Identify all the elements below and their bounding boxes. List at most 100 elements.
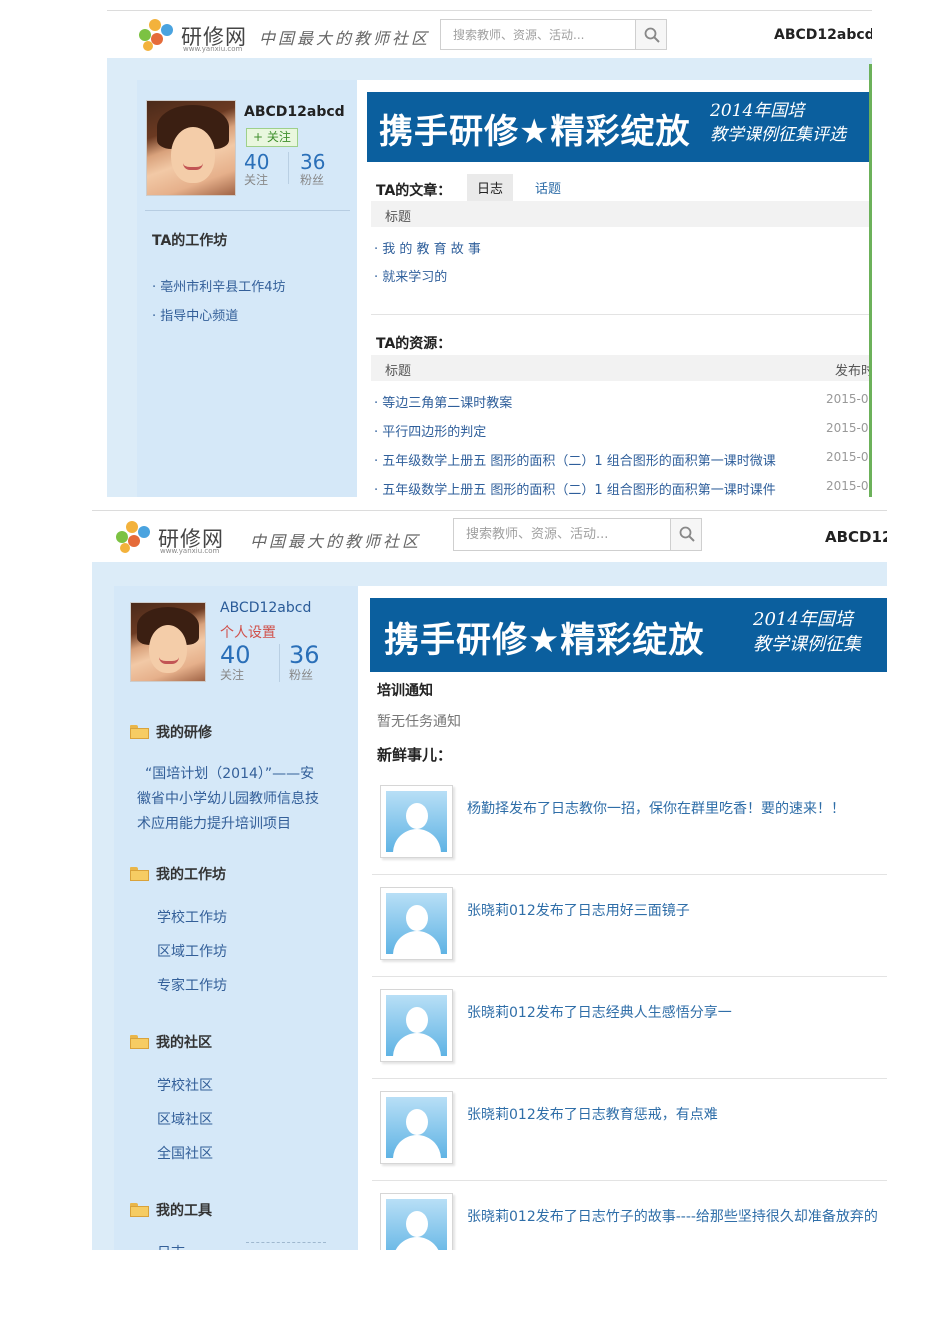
resources-table-header: 标题 发布时 — [371, 355, 872, 381]
personal-settings-link[interactable]: 个人设置 — [220, 622, 276, 642]
profile-sidebar: ABCD12abcd + 关注 40 关注 36 粉丝 TA的工作坊 · 亳州市… — [137, 80, 357, 497]
articles-heading: TA的文章： — [376, 183, 452, 199]
current-user-link[interactable]: ABCD12abcd — [825, 528, 887, 546]
profile-name[interactable]: ABCD12abcd — [220, 600, 311, 616]
school-workshop-link[interactable]: 学校工作坊 — [157, 907, 227, 927]
profile-name[interactable]: ABCD12abcd — [244, 104, 345, 120]
default-avatar-icon[interactable] — [380, 989, 453, 1062]
banner-subtitle-line1: 2014年国培 — [710, 101, 805, 121]
feed-item[interactable]: 张晓莉012发布了日志竹子的故事----给那些坚持很久却准备放弃的 — [467, 1206, 878, 1226]
feed-item[interactable]: 杨勤择发布了日志教你一招，保你在群里吃香！要的速来！！ — [467, 798, 845, 818]
feed-divider — [372, 874, 887, 875]
feed-divider — [372, 976, 887, 977]
resource-item[interactable]: · 等边三角第二课时教案 — [374, 392, 512, 411]
banner-title: 携手研修★精彩绽放 — [384, 621, 705, 661]
resource-item[interactable]: · 五年级数学上册五 图形的面积（二）1 组合图形的面积第一课时课件 — [374, 479, 776, 497]
search-box[interactable] — [453, 518, 671, 551]
main-content: 携手研修★精彩绽放 2014年国培 教学课例征集评选 TA的文章： 日志 话题 … — [357, 80, 872, 497]
screenshot-visitor-view: 研修网 www.yanxiu.com 中国最大的教师社区 ABCD12abcd … — [107, 10, 872, 497]
feed-item[interactable]: 张晓莉012发布了日志用好三面镜子 — [467, 900, 690, 920]
national-community-link[interactable]: 全国社区 — [157, 1143, 213, 1163]
stat-divider — [279, 644, 280, 682]
owner-sidebar: ABCD12abcd 个人设置 40 关注 36 粉丝 我的研修 “国培计划（2… — [114, 586, 358, 1250]
logo-flower-icon — [114, 521, 156, 555]
logo-url: www.yanxiu.com — [183, 45, 243, 53]
feed-divider — [372, 1180, 887, 1181]
journal-tool-link[interactable]: 日志 — [157, 1242, 185, 1250]
feed-item[interactable]: 张晓莉012发布了日志教育惩戒，有点难 — [467, 1104, 718, 1124]
regional-workshop-link[interactable]: 区域工作坊 — [157, 941, 227, 961]
regional-community-link[interactable]: 区域社区 — [157, 1109, 213, 1129]
fans-count: 36 — [289, 641, 320, 669]
sidebar-divider — [145, 210, 350, 211]
site-slogan: 中国最大的教师社区 — [259, 29, 431, 48]
resources-col-title: 标题 — [385, 364, 412, 379]
search-icon — [679, 526, 695, 542]
my-community-heading[interactable]: 我的社区 — [156, 1032, 212, 1052]
event-banner[interactable]: 携手研修★精彩绽放 2014年国培 教学课例征集 — [370, 598, 887, 672]
screenshot-owner-view: 研修网 www.yanxiu.com 中国最大的教师社区 ABCD12abcd … — [92, 510, 887, 1250]
articles-table-header: 标题 — [371, 201, 872, 227]
expert-workshop-link[interactable]: 专家工作坊 — [157, 975, 227, 995]
my-tools-heading[interactable]: 我的工具 — [156, 1200, 212, 1220]
tab-topic[interactable]: 话题 — [535, 178, 561, 197]
fans-stat[interactable]: 36 粉丝 — [300, 151, 325, 187]
search-icon — [644, 27, 660, 43]
feed-heading: 新鲜事儿： — [377, 746, 453, 764]
search-input[interactable] — [441, 20, 635, 49]
section-divider — [371, 314, 872, 315]
folder-icon — [130, 725, 149, 739]
following-stat[interactable]: 40 关注 — [244, 151, 269, 187]
following-count: 40 — [220, 641, 251, 669]
default-avatar-icon[interactable] — [380, 1091, 453, 1164]
no-notice-text: 暂无任务通知 — [377, 714, 461, 730]
folder-icon — [130, 867, 149, 881]
top-bar: 研修网 www.yanxiu.com 中国最大的教师社区 ABCD12abcd — [92, 510, 887, 562]
resource-date: 2015-0 — [826, 392, 869, 406]
article-item[interactable]: · 我 的 教 育 故 事 — [374, 238, 481, 257]
banner-subtitle-line1: 2014年国培 — [753, 609, 853, 630]
school-community-link[interactable]: 学校社区 — [157, 1075, 213, 1095]
training-project-link-line2[interactable]: 徽省中小学幼儿园教师信息技 — [137, 788, 319, 808]
tab-journal[interactable]: 日志 — [467, 174, 514, 201]
search-button[interactable] — [636, 19, 667, 50]
default-avatar-icon[interactable] — [380, 1193, 453, 1250]
my-workshop-heading[interactable]: 我的工作坊 — [156, 864, 226, 884]
fans-label: 粉丝 — [289, 668, 314, 682]
follow-button[interactable]: + 关注 — [246, 128, 298, 147]
folder-icon — [130, 1203, 149, 1217]
following-count: 40 — [244, 150, 270, 174]
tools-dotted-box — [246, 1242, 326, 1250]
following-stat[interactable]: 40 关注 — [220, 641, 251, 683]
event-banner[interactable]: 携手研修★精彩绽放 2014年国培 教学课例征集评选 — [367, 92, 872, 162]
workshop-heading: TA的工作坊 — [152, 233, 228, 249]
training-project-link[interactable]: “国培计划（2014）”——安 — [145, 763, 314, 783]
fans-stat[interactable]: 36 粉丝 — [289, 641, 320, 683]
article-item[interactable]: · 就来学习的 — [374, 266, 447, 285]
user-avatar[interactable] — [130, 602, 206, 682]
workshop-link[interactable]: · 亳州市利辛县工作4坊 — [152, 276, 286, 295]
feed-item[interactable]: 张晓莉012发布了日志经典人生感悟分享一 — [467, 1002, 732, 1022]
user-avatar[interactable] — [146, 100, 236, 196]
folder-icon — [130, 1035, 149, 1049]
default-avatar-icon[interactable] — [380, 785, 453, 858]
resource-item[interactable]: · 平行四边形的判定 — [374, 421, 486, 440]
resources-heading: TA的资源： — [376, 336, 452, 352]
resource-item[interactable]: · 五年级数学上册五 图形的面积（二）1 组合图形的面积第一课时微课 — [374, 450, 776, 469]
resources-col-date: 发布时 — [835, 364, 872, 379]
site-logo[interactable]: 研修网 www.yanxiu.com — [137, 17, 247, 55]
site-slogan: 中国最大的教师社区 — [250, 532, 422, 551]
training-project-link-line3[interactable]: 术应用能力提升培训项目 — [137, 813, 291, 833]
search-button[interactable] — [671, 518, 702, 551]
guidance-channel-link[interactable]: · 指导中心频道 — [152, 305, 238, 324]
my-training-heading[interactable]: 我的研修 — [156, 722, 212, 742]
following-label: 关注 — [244, 173, 269, 187]
search-box[interactable] — [440, 19, 636, 50]
site-logo[interactable]: 研修网 www.yanxiu.com — [114, 519, 224, 557]
search-input[interactable] — [454, 519, 670, 550]
default-avatar-icon[interactable] — [380, 887, 453, 960]
top-bar: 研修网 www.yanxiu.com 中国最大的教师社区 ABCD12abcd — [107, 10, 872, 58]
logo-flower-icon — [137, 19, 179, 53]
stat-divider — [288, 152, 289, 184]
current-user-link[interactable]: ABCD12abcd — [774, 27, 872, 43]
